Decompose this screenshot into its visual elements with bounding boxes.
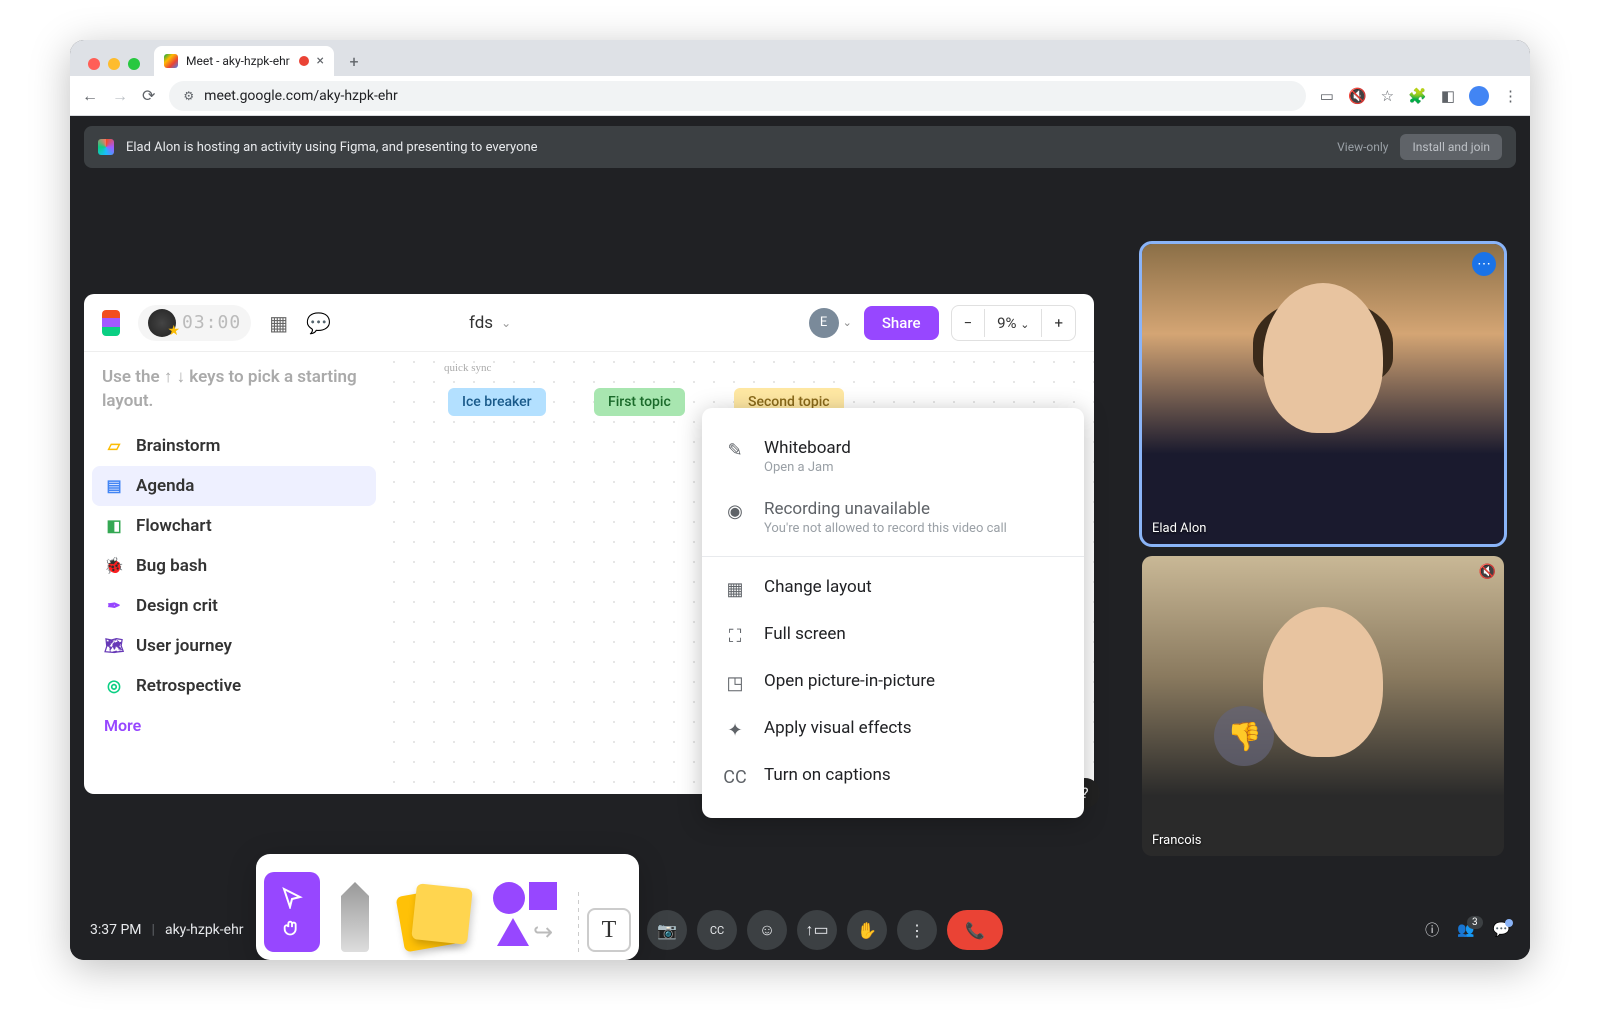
tab-close-icon[interactable]: × [317,53,324,69]
participants-button[interactable]: 👥 3 [1457,922,1474,938]
banner-text: Elad Alon is hosting an activity using F… [126,140,538,155]
bookmark-icon[interactable]: ☆ [1381,87,1394,105]
browser-tab[interactable]: Meet - aky-hzpk-ehr × [154,46,334,76]
template-bug-bash[interactable]: 🐞Bug bash [92,546,376,586]
template-agenda[interactable]: ▤Agenda [92,466,376,506]
muted-icon: 🔇 [1479,564,1496,580]
leave-call-button[interactable]: 📞 [947,910,1003,950]
recording-indicator-icon [299,56,309,66]
zoom-level[interactable]: 9% ⌄ [985,306,1041,340]
tile-more-icon[interactable]: ⋯ [1472,252,1496,276]
zoom-out-button[interactable]: − [952,306,985,340]
template-retrospective[interactable]: ◎Retrospective [92,666,376,706]
share-button[interactable]: Share [864,306,939,340]
template-user-journey[interactable]: 🗺User journey [92,626,376,666]
timer-icon: ★ [148,309,176,337]
more-options-button[interactable]: ⋮ [897,910,937,950]
pencil-tool[interactable] [320,862,390,952]
template-brainstorm[interactable]: ▱Brainstorm [92,426,376,466]
extensions-icon[interactable]: 🧩 [1408,87,1427,105]
browser-menu-icon[interactable]: ⋮ [1503,87,1518,105]
url-text: meet.google.com/aky-hzpk-ehr [204,88,398,104]
reaction-thumbs-down-icon: 👎 [1214,706,1274,766]
canvas-note: quick sync [444,362,491,374]
present-button[interactable]: ↑▭ [797,910,837,950]
profile-avatar-icon[interactable] [1469,86,1489,106]
meeting-code: aky-hzpk-ehr [165,922,244,938]
pencil-icon: ✎ [724,438,746,461]
timer-chip[interactable]: ★ 03:00 [138,305,251,341]
more-options-menu: ✎ Whiteboard Open a Jam ◉ Recording unav… [702,408,1084,818]
reload-button[interactable]: ⟳ [142,86,155,105]
address-bar[interactable]: ⚙ meet.google.com/aky-hzpk-ehr [169,81,1305,111]
more-templates-link[interactable]: More [92,706,376,745]
pip-icon: ◳ [724,671,746,694]
sidebar-hint: Use the ↑ ↓ keys to pick a starting layo… [92,366,376,426]
figma-app-icon [98,139,114,155]
figma-logo-icon[interactable] [102,310,120,336]
canvas-chip-ice-breaker[interactable]: Ice breaker [448,388,546,416]
select-tool[interactable] [264,872,320,952]
menu-full-screen[interactable]: ⛶ Full screen [702,612,1084,659]
sparkle-icon: ✦ [724,718,746,741]
document-title[interactable]: fds ⌄ [469,313,511,333]
chat-button[interactable]: 💬 [1493,922,1510,938]
chat-unread-dot [1505,919,1513,927]
chevron-down-icon[interactable]: ⌄ [843,316,852,329]
chevron-down-icon: ⌄ [501,316,511,330]
figma-toolbar: ↪ T [256,854,639,960]
captions-icon: CC [724,765,746,788]
fullscreen-icon: ⛶ [724,624,746,647]
comments-icon[interactable]: 💬 [306,311,331,335]
layout-panels-icon[interactable]: ▦ [269,311,288,335]
menu-captions[interactable]: CC Turn on captions [702,753,1084,800]
clock: 3:37 PM [90,922,142,938]
template-flowchart[interactable]: ◧Flowchart [92,506,376,546]
captions-button[interactable]: CC [697,910,737,950]
participant-name: Francois [1152,833,1202,848]
new-tab-button[interactable]: + [342,49,366,73]
cast-icon[interactable]: ▭ [1320,87,1334,105]
menu-whiteboard[interactable]: ✎ Whiteboard Open a Jam [702,426,1084,487]
template-sidebar: Use the ↑ ↓ keys to pick a starting layo… [84,352,384,794]
window-close-dot[interactable] [88,58,100,70]
record-icon: ◉ [724,499,746,522]
shapes-tool[interactable]: ↪ [480,876,570,952]
mute-site-icon[interactable]: 🔇 [1348,87,1367,105]
camera-button[interactable]: 📷 [647,910,687,950]
menu-recording-disabled: ◉ Recording unavailable You're not allow… [702,487,1084,548]
sidepanel-icon[interactable]: ◧ [1441,87,1455,105]
tab-title: Meet - aky-hzpk-ehr [186,54,290,68]
video-tile-elad[interactable]: ⋯ Elad Alon [1142,244,1504,544]
menu-change-layout[interactable]: ▦ Change layout [702,565,1084,612]
back-button[interactable]: ← [82,86,98,106]
forward-button[interactable]: → [112,86,128,106]
meeting-details-button[interactable]: ⓘ [1425,920,1439,940]
layout-icon: ▦ [724,577,746,600]
site-info-icon[interactable]: ⚙ [183,89,194,103]
timer-value: 03:00 [182,312,241,333]
video-tile-francois[interactable]: 👎 🔇 Francois [1142,556,1504,856]
window-minimize-dot[interactable] [108,58,120,70]
sticky-note-tool[interactable] [390,882,480,952]
participant-name: Elad Alon [1152,521,1206,536]
meet-favicon-icon [164,54,178,68]
canvas-chip-first-topic[interactable]: First topic [594,388,685,416]
participant-count: 3 [1467,916,1483,929]
raise-hand-button[interactable]: ✋ [847,910,887,950]
collaborator-avatar[interactable]: E [809,308,839,338]
view-only-label: View-only [1337,140,1388,154]
reactions-button[interactable]: ☺ [747,910,787,950]
install-and-join-button[interactable]: Install and join [1400,134,1502,160]
zoom-in-button[interactable]: + [1042,306,1075,340]
menu-pip[interactable]: ◳ Open picture-in-picture [702,659,1084,706]
activity-banner: Elad Alon is hosting an activity using F… [84,126,1516,168]
menu-visual-effects[interactable]: ✦ Apply visual effects [702,706,1084,753]
text-tool[interactable]: T [587,908,631,952]
window-zoom-dot[interactable] [128,58,140,70]
template-design-crit[interactable]: ✒Design crit [92,586,376,626]
